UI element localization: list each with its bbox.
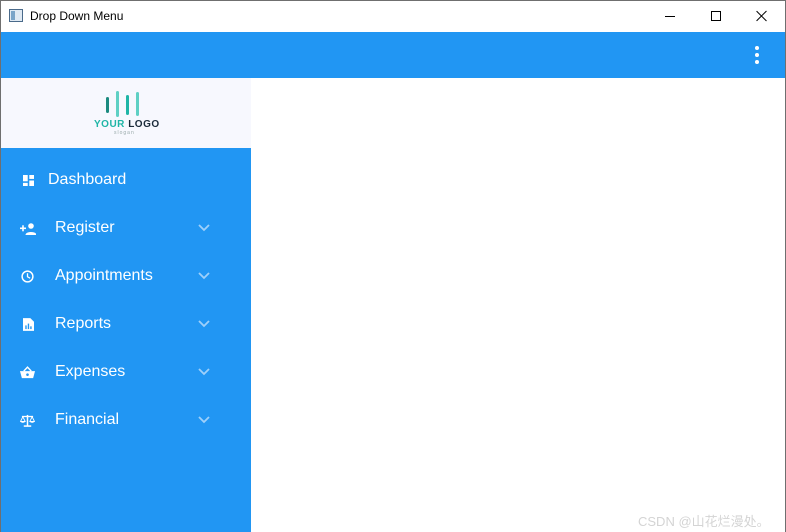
close-icon — [756, 10, 768, 22]
sidebar-item-label: Register — [55, 219, 115, 236]
app-icon — [9, 9, 23, 22]
sidebar-item-label: Financial — [55, 411, 120, 428]
close-button[interactable] — [739, 1, 785, 31]
logo-mark-icon — [106, 91, 146, 117]
title-bar[interactable]: Drop Down Menu — [1, 1, 785, 32]
sidebar-item-appointments[interactable]: Appointments — [1, 253, 251, 301]
window-title: Drop Down Menu — [30, 9, 124, 23]
sidebar-item-dashboard[interactable]: Dashboard — [1, 157, 251, 205]
main-content — [251, 78, 785, 532]
dashboard-icon — [23, 175, 34, 186]
minimize-icon — [665, 15, 675, 17]
maximize-icon — [711, 11, 721, 21]
minimize-button[interactable] — [647, 1, 693, 31]
sidebar-item-label: Expenses — [55, 363, 126, 380]
sidebar-item-financial[interactable]: Financial — [1, 397, 251, 445]
app-window: Drop Down Menu YOUR LOGO slogan Dashboar… — [0, 0, 786, 532]
sidebar-item-label: Reports — [55, 315, 112, 332]
logo-text-part1: YOUR — [94, 119, 125, 130]
app-bar — [1, 32, 785, 78]
sidebar-item-register[interactable]: Register — [1, 205, 251, 253]
chevron-down-icon — [198, 368, 210, 376]
logo-text-part2: LOGO — [128, 119, 160, 130]
scale-icon — [20, 414, 35, 427]
report-icon — [23, 318, 34, 331]
logo-slogan: slogan — [114, 130, 135, 136]
watermark: CSDN @山花烂漫处。 — [638, 514, 770, 529]
clock-icon — [21, 270, 34, 283]
chevron-down-icon — [198, 272, 210, 280]
sidebar-item-label: Appointments — [55, 267, 153, 284]
sidebar-item-expenses[interactable]: Expenses — [1, 349, 251, 397]
person-add-icon — [20, 223, 36, 235]
sidebar: YOUR LOGO slogan Dashboard Register Appo… — [1, 78, 251, 532]
sidebar-item-label: Dashboard — [48, 171, 127, 188]
sidebar-menu: Dashboard Register Appointments Reports … — [1, 158, 251, 445]
logo-text: YOUR LOGO — [94, 119, 160, 130]
chevron-down-icon — [198, 224, 210, 232]
chevron-down-icon — [198, 416, 210, 424]
maximize-button[interactable] — [693, 1, 739, 31]
basket-icon — [20, 366, 35, 379]
sidebar-item-reports[interactable]: Reports — [1, 301, 251, 349]
chevron-down-icon — [198, 320, 210, 328]
more-options-icon[interactable] — [749, 44, 765, 66]
logo: YOUR LOGO slogan — [1, 78, 251, 148]
